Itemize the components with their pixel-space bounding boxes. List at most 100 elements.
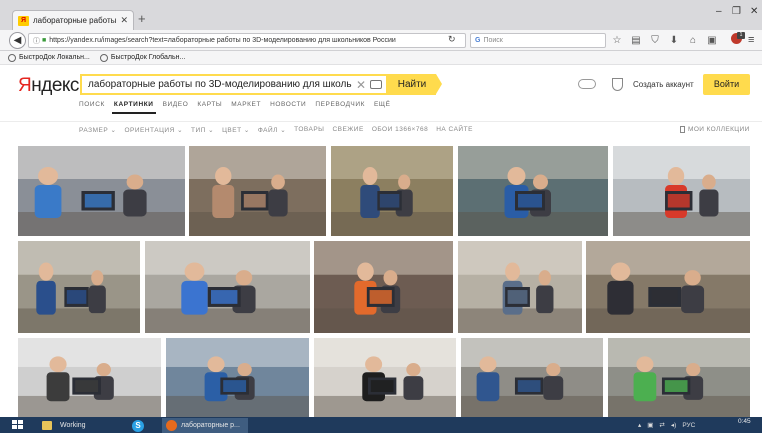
tab-more[interactable]: ЕЩЁ xyxy=(374,101,391,108)
toolbar-icons: ☆ ▤ ⛉ ⬇ ⌂ ▣ xyxy=(612,35,717,46)
browser-search-input[interactable]: G Поиск xyxy=(470,33,606,48)
bookmark-item[interactable]: БыстроДок Глобальн... xyxy=(99,53,186,62)
browser-tab[interactable]: Я лабораторные работы п... ✕ xyxy=(12,10,134,30)
create-account-link[interactable]: Создать аккаунт xyxy=(633,80,694,89)
search-engine-icon: G xyxy=(475,37,481,44)
yandex-logo[interactable]: Яндекс xyxy=(18,75,79,97)
image-classroom-students[interactable] xyxy=(189,146,326,236)
lock-icon: ■ xyxy=(42,37,47,44)
filter-orientation[interactable]: ОРИЕНТАЦИЯ ⌄ xyxy=(124,126,183,134)
tray-expand-icon[interactable]: ▴ xyxy=(638,421,641,429)
image-printer-green-parts[interactable] xyxy=(608,338,750,417)
filter-goods[interactable]: ТОВАРЫ xyxy=(294,126,324,134)
tab-translate[interactable]: ПЕРЕВОДЧИК xyxy=(315,101,365,108)
service-tabs: ПОИСК КАРТИНКИ ВИДЕО КАРТЫ МАРКЕТ НОВОСТИ ПЕРЕ… xyxy=(79,101,391,114)
taskbar-folder[interactable]: Working xyxy=(38,418,123,433)
image-teacher-computers[interactable] xyxy=(331,146,453,236)
bookmark-icon xyxy=(680,126,685,133)
firefox-task-label: лабораторные р... xyxy=(181,422,240,429)
tab-images[interactable]: КАРТИНКИ xyxy=(111,101,156,114)
image-boy-3d-printer[interactable] xyxy=(18,241,140,333)
image-kids-workbench-orange[interactable] xyxy=(314,241,453,333)
filter-site[interactable]: НА САЙТЕ xyxy=(436,126,473,134)
back-button[interactable]: ◀ xyxy=(9,32,26,49)
image-results-grid xyxy=(0,137,762,417)
my-collections-link[interactable]: МОИ КОЛЛЕКЦИИ xyxy=(680,126,750,133)
image-3d-printer-group[interactable] xyxy=(458,146,608,236)
globe-icon xyxy=(99,53,108,62)
info-icon[interactable]: ⓘ xyxy=(33,36,40,46)
image-drawing-screen[interactable] xyxy=(18,338,161,417)
folder-icon xyxy=(42,421,52,430)
extension-badge: 1 xyxy=(737,32,745,39)
login-button[interactable]: Войти xyxy=(703,74,750,95)
search-input[interactable]: лабораторные работы по 3D-моделированию … xyxy=(80,74,388,95)
tab-news[interactable]: НОВОСТИ xyxy=(270,101,306,108)
image-boys-electronics[interactable] xyxy=(166,338,309,417)
download-icon[interactable]: ⬇ xyxy=(669,35,679,46)
skype-icon: S xyxy=(132,419,144,432)
browser-tab-bar: Я лабораторные работы п... ✕ + – ❐ ✕ xyxy=(0,0,762,30)
filter-size[interactable]: РАЗМЕР ⌄ xyxy=(79,126,116,134)
window-minimize-button[interactable]: – xyxy=(716,6,722,17)
filter-wallpaper[interactable]: ОБОИ 1366×768 xyxy=(372,126,428,134)
tab-maps[interactable]: КАРТЫ xyxy=(197,101,222,108)
tab-title: лабораторные работы п... xyxy=(33,16,117,25)
clear-icon[interactable]: ✕ xyxy=(356,78,366,92)
tray-app-icon[interactable]: ▣ xyxy=(647,421,653,429)
extension-icon[interactable]: ▣ xyxy=(707,35,717,46)
shield-icon[interactable] xyxy=(612,78,623,91)
taskbar-firefox[interactable]: лабораторные р... xyxy=(162,418,248,433)
home-icon[interactable]: ⌂ xyxy=(688,35,698,46)
bookmark-label: БыстроДок Локальн... xyxy=(19,54,90,61)
yandex-header: Яндекс лабораторные работы по 3D-моделир… xyxy=(0,65,762,121)
filter-color[interactable]: ЦВЕТ ⌄ xyxy=(222,126,250,134)
bookmark-item[interactable]: БыстроДок Локальн... xyxy=(8,53,90,62)
window-maximize-button[interactable]: ❐ xyxy=(732,6,741,17)
bookmark-label: БыстроДок Глобальн... xyxy=(110,54,186,61)
hamburger-menu-icon[interactable]: ≡ xyxy=(748,34,754,46)
search-query: лабораторные работы по 3D-моделированию … xyxy=(88,79,352,90)
image-teacher-black-shirt[interactable] xyxy=(314,338,456,417)
search-button[interactable]: Найти xyxy=(388,74,442,95)
windows-start-icon[interactable] xyxy=(12,420,23,430)
yandex-favicon-icon: Я xyxy=(18,15,29,26)
image-printed-model-blue[interactable] xyxy=(145,241,310,333)
camera-icon[interactable] xyxy=(370,80,382,89)
browser-search-placeholder: Поиск xyxy=(483,37,503,44)
browser-nav-bar: ◀ ⓘ ■ https://yandex.ru/images/search?te… xyxy=(0,30,762,51)
image-boy-robotics[interactable] xyxy=(613,146,750,236)
window-close-button[interactable]: ✕ xyxy=(750,6,758,17)
address-bar[interactable]: ⓘ ■ https://yandex.ru/images/search?text… xyxy=(28,33,466,48)
filter-file[interactable]: ФАЙЛ ⌄ xyxy=(258,126,286,134)
taskbar-skype[interactable]: S xyxy=(128,418,158,433)
image-kids-laptop-3d-model[interactable] xyxy=(18,146,185,236)
tab-market[interactable]: МАРКЕТ xyxy=(231,101,261,108)
firefox-icon xyxy=(166,420,177,431)
reload-button[interactable]: ↻ xyxy=(448,34,456,45)
filter-list: РАЗМЕР ⌄ ОРИЕНТАЦИЯ ⌄ ТИП ⌄ ЦВЕТ ⌄ ФАЙЛ ⌄ ТОВ… xyxy=(79,126,473,134)
pocket-icon[interactable]: ⛉ xyxy=(650,35,660,46)
tab-search[interactable]: ПОИСК xyxy=(79,101,105,108)
reader-view-icon[interactable]: ▤ xyxy=(631,35,641,46)
folder-label: Working xyxy=(60,422,86,429)
volume-icon[interactable]: ◂) xyxy=(671,421,676,429)
image-class-assembly[interactable] xyxy=(458,241,582,333)
filter-type[interactable]: ТИП ⌄ xyxy=(191,126,214,134)
network-icon[interactable]: ⇄ xyxy=(659,421,664,429)
tab-close-icon[interactable]: ✕ xyxy=(120,15,128,26)
image-girl-laptop[interactable] xyxy=(586,241,750,333)
image-3d-printer-machine[interactable] xyxy=(461,338,603,417)
new-tab-button[interactable]: + xyxy=(138,12,146,26)
weather-icon[interactable] xyxy=(578,79,596,89)
tab-video[interactable]: ВИДЕО xyxy=(163,101,189,108)
bookmarks-bar: БыстроДок Локальн... БыстроДок Глобальн.… xyxy=(0,51,762,65)
language-indicator[interactable]: РУС xyxy=(682,422,695,429)
filter-fresh[interactable]: СВЕЖИЕ xyxy=(332,126,363,134)
clock[interactable]: 0:45 xyxy=(738,418,751,425)
bookmark-star-icon[interactable]: ☆ xyxy=(612,35,622,46)
system-tray: ▴ ▣ ⇄ ◂) РУС xyxy=(638,421,695,430)
filter-bar: РАЗМЕР ⌄ ОРИЕНТАЦИЯ ⌄ ТИП ⌄ ЦВЕТ ⌄ ФАЙЛ ⌄ ТОВ… xyxy=(0,121,762,137)
windows-taskbar: Working S лабораторные р... ▴ ▣ ⇄ ◂) РУС… xyxy=(0,417,762,433)
url-text: https://yandex.ru/images/search?text=лаб… xyxy=(49,37,396,44)
